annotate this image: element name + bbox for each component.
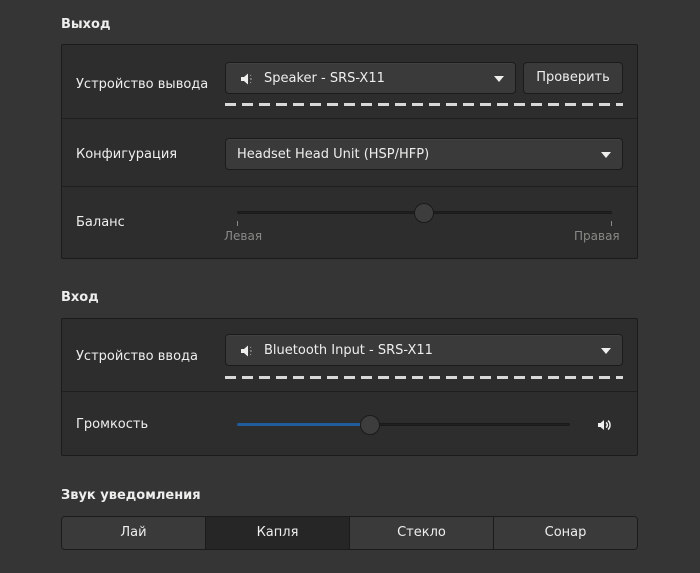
balance-slider-knob[interactable] xyxy=(414,203,434,223)
chevron-down-icon xyxy=(601,152,611,158)
alert-sound-selector: Лай Капля Стекло Сонар xyxy=(61,516,638,550)
input-section-title: Вход xyxy=(61,290,99,305)
balance-label: Баланс xyxy=(76,215,125,230)
balance-left-label: Левая xyxy=(224,229,263,243)
output-device-combo[interactable]: Speaker - SRS-X11 xyxy=(225,62,516,94)
speaker-icon xyxy=(239,71,255,87)
balance-right-label: Правая xyxy=(574,229,620,243)
input-frame: Устройство ввода Bluetooth Input - SRS-X… xyxy=(61,318,638,456)
speaker-icon xyxy=(239,343,255,359)
config-combo[interactable]: Headset Head Unit (HSP/HFP) xyxy=(225,138,623,170)
row-separator xyxy=(62,186,637,187)
input-device-label: Устройство ввода xyxy=(76,349,198,364)
input-device-value: Bluetooth Input - SRS-X11 xyxy=(264,343,433,358)
volume-slider-knob[interactable] xyxy=(360,415,381,435)
output-device-label: Устройство вывода xyxy=(76,77,209,92)
volume-slider-fill xyxy=(237,423,371,426)
row-separator xyxy=(62,391,637,392)
alert-option-glass[interactable]: Стекло xyxy=(350,517,494,549)
balance-tick-right xyxy=(611,221,612,226)
input-level-indicator xyxy=(225,376,623,379)
alert-option-drip[interactable]: Капля xyxy=(206,517,350,549)
test-button[interactable]: Проверить xyxy=(523,62,623,94)
volume-high-icon[interactable] xyxy=(597,417,613,437)
config-label: Конфигурация xyxy=(76,147,178,162)
balance-tick-left xyxy=(237,221,238,226)
chevron-down-icon xyxy=(494,76,504,82)
alert-option-bark[interactable]: Лай xyxy=(62,517,206,549)
alert-section-title: Звук уведомления xyxy=(61,488,201,503)
row-separator xyxy=(62,118,637,119)
config-value: Headset Head Unit (HSP/HFP) xyxy=(237,147,430,162)
output-level-indicator xyxy=(225,103,623,106)
volume-label: Громкость xyxy=(76,417,149,432)
alert-option-sonar[interactable]: Сонар xyxy=(494,517,637,549)
input-device-combo[interactable]: Bluetooth Input - SRS-X11 xyxy=(225,334,623,366)
output-device-value: Speaker - SRS-X11 xyxy=(264,71,385,86)
output-section-title: Выход xyxy=(61,17,111,32)
output-frame: Устройство вывода Speaker - SRS-X11 Пров… xyxy=(61,44,638,259)
chevron-down-icon xyxy=(601,348,611,354)
